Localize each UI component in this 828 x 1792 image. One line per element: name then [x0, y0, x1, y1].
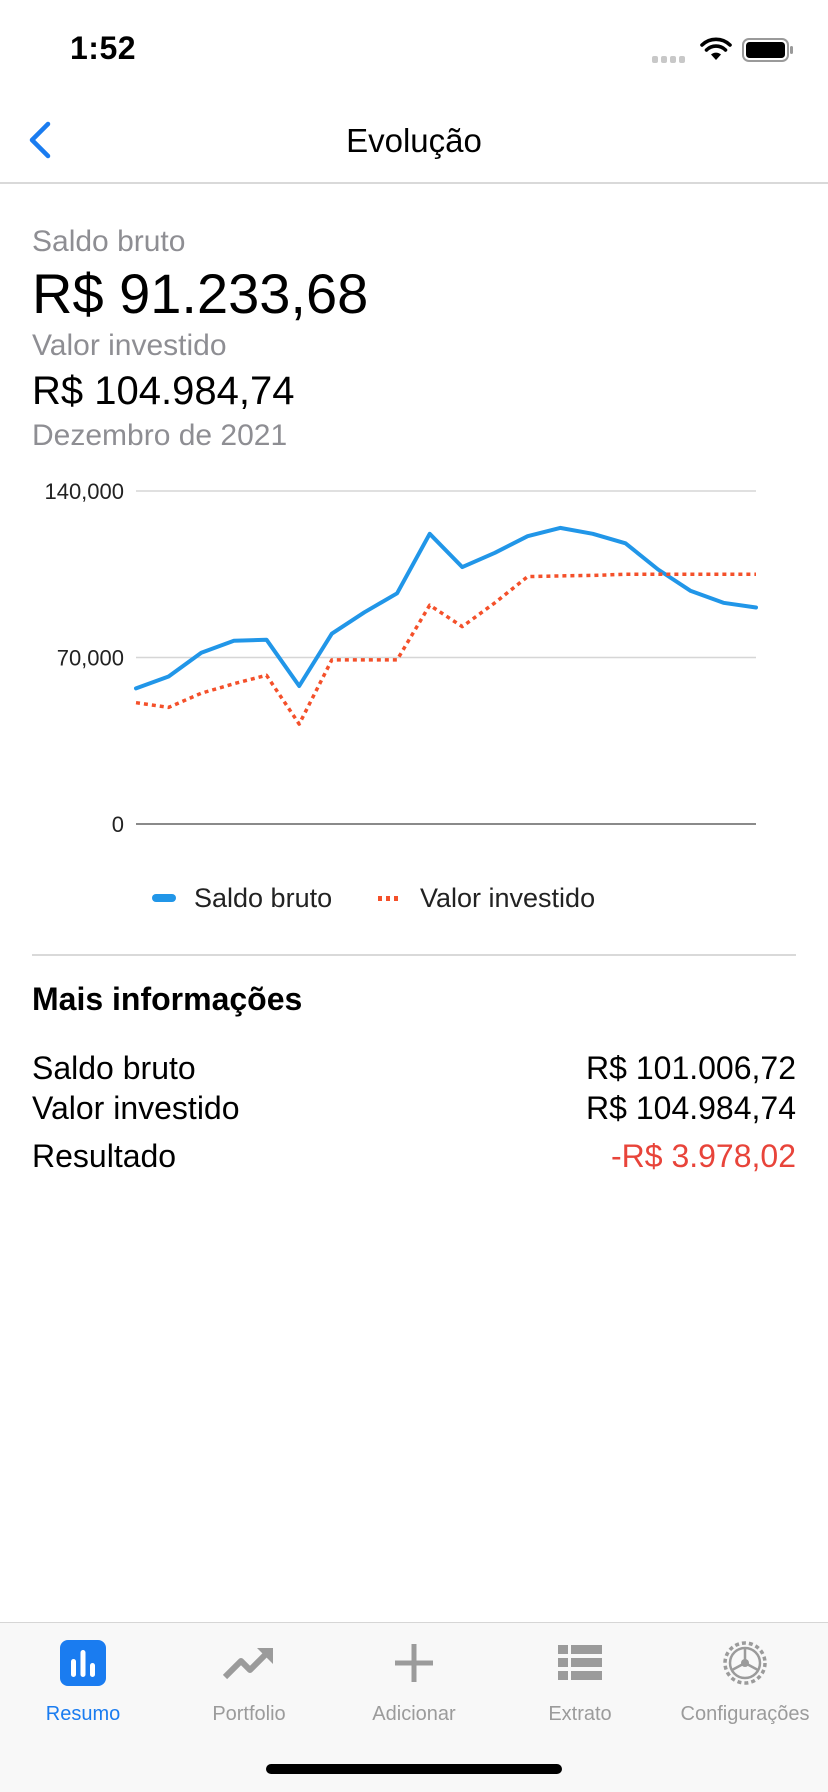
info-label: Resultado — [32, 1138, 177, 1174]
invested-value: R$ 104.984,74 — [32, 369, 295, 413]
tab-adicionar[interactable]: Adicionar — [331, 1623, 497, 1733]
cellular-signal-icon — [652, 53, 690, 63]
tab-portfolio[interactable]: Portfolio — [166, 1623, 332, 1733]
tab-extrato[interactable]: Extrato — [497, 1623, 663, 1733]
series-line-valor-investido — [135, 572, 756, 726]
plus-icon — [388, 1637, 440, 1689]
result-value: -R$ 3.978,02 — [610, 1138, 796, 1174]
gross-balance-value: R$ 91.233,68 — [32, 262, 369, 325]
chart-legend: Saldo bruto Valor investido — [0, 878, 828, 918]
status-bar: 1:52 — [0, 0, 828, 100]
tab-label: Configurações — [680, 1703, 810, 1725]
screen: 1:52 Evolução Saldo bruto R$ 91.233,68 V… — [0, 0, 828, 1792]
legend-label: Valor investido — [420, 882, 596, 913]
gross-balance-label: Saldo bruto — [32, 225, 186, 258]
y-tick-label: 0 — [112, 812, 124, 837]
list-icon — [554, 1637, 606, 1689]
info-label: Valor investido — [32, 1090, 240, 1126]
legend-swatch-solid — [152, 894, 176, 902]
legend-swatch-dotted — [378, 895, 402, 901]
chart-svg: 0 70,000 140,000 — [44, 479, 758, 837]
info-label: Saldo bruto — [32, 1050, 196, 1086]
page-title: Evolução — [346, 122, 482, 159]
legend-label: Saldo bruto — [194, 882, 333, 913]
tab-label: Extrato — [548, 1703, 612, 1725]
info-value: R$ 101.006,72 — [586, 1050, 796, 1086]
tab-label: Resumo — [45, 1703, 121, 1725]
tab-label: Adicionar — [372, 1703, 456, 1725]
info-value: R$ 104.984,74 — [586, 1090, 796, 1126]
bar-chart-icon — [57, 1637, 109, 1689]
battery-icon — [742, 38, 793, 62]
y-tick-label: 70,000 — [57, 646, 124, 671]
navigation-bar: Evolução — [0, 100, 828, 184]
tab-label: Portfolio — [212, 1703, 286, 1725]
info-row-invested: Valor investido R$ 104.984,74 — [32, 1088, 796, 1128]
section-divider — [32, 954, 796, 956]
balance-summary: Saldo bruto R$ 91.233,68 Valor investido… — [32, 222, 802, 456]
invested-value-label: Valor investido — [32, 329, 227, 362]
series-line-saldo-bruto — [134, 525, 758, 691]
y-tick-label: 140,000 — [44, 479, 124, 504]
info-row-result: Resultado -R$ 3.978,02 — [32, 1136, 796, 1176]
section-title: Mais informações — [32, 981, 303, 1017]
more-info-section: Mais informações Saldo bruto R$ 101.006,… — [32, 976, 796, 1176]
legend-item-invested[interactable]: Valor investido — [378, 878, 595, 918]
home-indicator — [266, 1764, 562, 1774]
info-row-gross: Saldo bruto R$ 101.006,72 — [32, 1048, 796, 1088]
evolution-chart[interactable]: 0 70,000 140,000 — [0, 470, 828, 940]
tab-resumo[interactable]: Resumo — [0, 1623, 166, 1733]
trending-up-icon — [222, 1637, 275, 1689]
period-label: Dezembro de 2021 — [32, 419, 288, 452]
status-time: 1:52 — [70, 30, 137, 66]
wifi-icon — [700, 37, 732, 60]
tab-configuracoes[interactable]: Configurações — [662, 1623, 828, 1733]
gear-icon — [719, 1637, 771, 1689]
legend-item-gross[interactable]: Saldo bruto — [152, 878, 332, 918]
